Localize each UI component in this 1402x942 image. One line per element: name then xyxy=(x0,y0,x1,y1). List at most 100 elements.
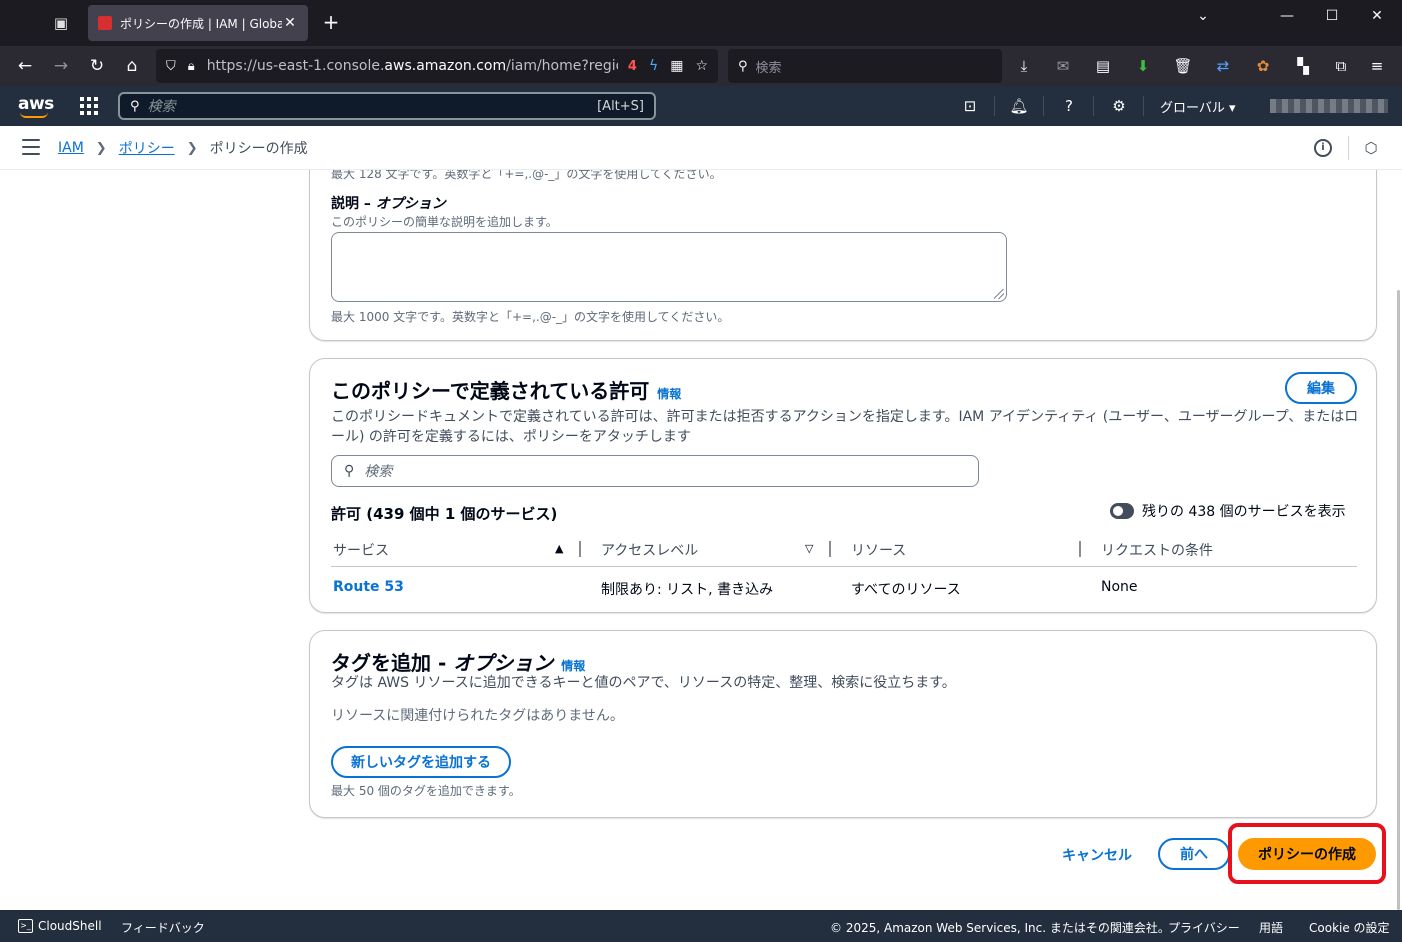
extensions-icon[interactable]: ⧉ xyxy=(1330,56,1352,76)
search-shortcut: [Alt+S] xyxy=(597,98,644,114)
tab-close-icon[interactable]: ✕ xyxy=(282,15,298,31)
extension-pattern-icon[interactable]: ▤ xyxy=(1092,56,1114,76)
settings-gear-icon[interactable]: ⚙ xyxy=(1109,96,1129,116)
cancel-button[interactable]: キャンセル xyxy=(1062,845,1132,865)
info-panel-icon[interactable]: i xyxy=(1314,139,1332,157)
description-label: 説明 – オプション xyxy=(331,196,446,212)
terms-link[interactable]: 用語 xyxy=(1259,919,1283,936)
help-icon[interactable]: ? xyxy=(1059,96,1079,116)
extension-download-icon[interactable]: ⬇ xyxy=(1132,56,1154,76)
show-remaining-toggle[interactable] xyxy=(1110,503,1134,519)
download-icon[interactable]: ⤓ xyxy=(1013,56,1035,76)
policy-details-panel: 最大 128 文字です。英数字と「+=,.@-_」の文字を使用してください。 説… xyxy=(309,170,1377,341)
new-tab-icon[interactable]: + xyxy=(318,10,344,34)
account-menu[interactable] xyxy=(1270,99,1388,113)
lightning-extension-icon[interactable]: ϟ xyxy=(649,58,658,74)
tags-empty-text: リソースに関連付けられたタグはありません。 xyxy=(331,708,624,724)
feedback-link[interactable]: フィードバック xyxy=(121,919,205,936)
minimize-icon[interactable]: — xyxy=(1272,8,1302,24)
resize-grip-icon[interactable] xyxy=(994,289,1004,299)
aws-search-placeholder: 検索 xyxy=(147,99,176,115)
breadcrumb: IAM ❯ ポリシー ❯ ポリシーの作成 xyxy=(58,138,308,158)
tags-info-link[interactable]: 情報 xyxy=(561,657,585,674)
breadcrumb-current: ポリシーの作成 xyxy=(209,141,308,157)
browser-search-placeholder: 検索 xyxy=(755,60,782,76)
bookmark-star-icon[interactable]: ☆ xyxy=(695,58,708,74)
aws-search-input[interactable]: ⚲ 検索 [Alt+S] xyxy=(118,92,656,120)
region-selector[interactable]: グローバル ▾ xyxy=(1160,97,1236,116)
sort-ascending-icon[interactable]: ▲ xyxy=(555,542,563,555)
tags-panel: タグを追加 - オプション 情報 タグは AWS リソースに追加できるキーと値の… xyxy=(309,630,1377,818)
copyright-text: © 2025, Amazon Web Services, Inc. またはその関… xyxy=(830,921,1170,935)
lock-icon[interactable]: 🔒︎ xyxy=(188,59,195,74)
column-service[interactable]: サービス xyxy=(333,540,389,560)
cookie-settings-link[interactable]: Cookie の設定 xyxy=(1309,919,1390,936)
side-nav-toggle-icon[interactable] xyxy=(22,139,40,155)
permissions-header: このポリシーで定義されている許可 情報 xyxy=(331,375,681,404)
cloudshell-icon[interactable]: >_ xyxy=(18,919,33,933)
access-level-cell: 制限あり: リスト, 書き込み xyxy=(601,582,774,598)
name-constraint-hint: 最大 128 文字です。英数字と「+=,.@-_」の文字を使用してください。 xyxy=(331,170,722,181)
aws-console-header: aws ⚲ 検索 [Alt+S] ⊡ 🔔︎ ? ⚙ グローバル ▾ xyxy=(0,86,1402,126)
menu-icon[interactable]: ≡ xyxy=(1366,56,1388,76)
trash-icon[interactable]: 🗑︎ xyxy=(1172,56,1194,76)
resource-cell: すべてのリソース xyxy=(851,582,961,598)
home-icon[interactable]: ⌂ xyxy=(119,54,145,78)
tags-limit-text: 最大 50 個のタグを追加できます。 xyxy=(331,784,521,798)
window-close-icon[interactable]: ✕ xyxy=(1362,8,1392,24)
notifications-bell-icon[interactable]: 🔔︎ xyxy=(1009,96,1029,116)
reload-icon[interactable]: ↻ xyxy=(84,54,110,78)
cloudshell-icon[interactable]: ⊡ xyxy=(960,96,980,116)
browser-tab-active[interactable]: ポリシーの作成 | IAM | Global ✕ xyxy=(88,5,308,41)
previous-button[interactable]: 前へ xyxy=(1158,838,1230,870)
iam-favicon-icon xyxy=(98,16,112,30)
shield-icon[interactable]: ⛉ xyxy=(166,59,176,74)
permissions-search-input[interactable]: ⚲ 検索 xyxy=(331,455,979,487)
show-remaining-label: 残りの 438 個のサービスを表示 xyxy=(1142,504,1346,520)
add-tag-button[interactable]: 新しいタグを追加する xyxy=(331,746,511,778)
column-resource[interactable]: リソース xyxy=(851,540,906,560)
permissions-info-link[interactable]: 情報 xyxy=(657,385,681,402)
chevron-right-icon: ❯ xyxy=(95,140,107,156)
url-text[interactable]: https://us-east-1.console.aws.amazon.com… xyxy=(207,58,618,74)
description-textarea[interactable] xyxy=(331,232,1007,302)
amazon-q-icon[interactable]: ⬡ xyxy=(1362,139,1380,157)
column-access-level[interactable]: アクセスレベル xyxy=(601,540,698,560)
extension-badge-icon[interactable]: 4 xyxy=(628,59,637,74)
permissions-count: 許可 (439 個中 1 個のサービス) xyxy=(331,505,558,523)
highlight-annotation-box xyxy=(1228,823,1386,884)
description-constraint: 最大 1000 文字です。英数字と「+=,.@-_」の文字を使用してください。 xyxy=(331,310,730,324)
permissions-description: このポリシードキュメントで定義されている許可は、許可または拒否するアクションを指… xyxy=(331,409,1359,445)
tags-title: タグを追加 - オプション xyxy=(331,651,554,675)
scrollbar[interactable] xyxy=(1397,290,1400,910)
description-hint: このポリシーの簡単な説明を追加します。 xyxy=(331,215,558,229)
browser-tab-strip: ▣ ポリシーの作成 | IAM | Global ✕ + ⌄ — ☐ ✕ xyxy=(0,0,1402,46)
browser-search-field[interactable]: ⚲ 検索 xyxy=(728,49,1002,83)
qr-extension-icon[interactable]: ▦ xyxy=(670,58,683,74)
tags-description: タグは AWS リソースに追加できるキーと値のペアで、リソースの特定、整理、検索… xyxy=(331,675,956,691)
maximize-icon[interactable]: ☐ xyxy=(1317,8,1347,24)
back-icon[interactable]: ← xyxy=(12,54,38,78)
breadcrumb-iam[interactable]: IAM xyxy=(58,140,84,156)
privacy-link[interactable]: プライバシー xyxy=(1168,919,1240,936)
service-route53-link[interactable]: Route 53 xyxy=(333,579,404,595)
edit-button[interactable]: 編集 xyxy=(1285,372,1357,404)
mail-icon[interactable]: ✉ xyxy=(1052,56,1074,76)
breadcrumb-policies[interactable]: ポリシー xyxy=(119,138,175,158)
column-conditions[interactable]: リクエストの条件 xyxy=(1101,540,1213,560)
tab-list-chevron-icon[interactable]: ⌄ xyxy=(1188,8,1218,24)
chevron-right-icon: ❯ xyxy=(186,140,198,156)
sort-descending-icon[interactable]: ▽ xyxy=(805,542,813,555)
permissions-title: このポリシーで定義されている許可 xyxy=(331,379,650,403)
services-grid-icon[interactable] xyxy=(80,97,98,115)
tab-overview-icon[interactable]: ▣ xyxy=(44,6,78,40)
browser-toolbar: ← → ↻ ⌂ ⛉ 🔒︎ https://us-east-1.console.a… xyxy=(0,46,1402,86)
extension-puzzle-orange-icon[interactable]: ✿ xyxy=(1252,56,1274,76)
apps-grid-icon[interactable]: ▚ xyxy=(1292,56,1314,76)
aws-logo[interactable]: aws xyxy=(18,94,54,118)
translate-icon[interactable]: ⇄ xyxy=(1212,56,1234,76)
forward-icon[interactable]: → xyxy=(48,54,74,78)
permissions-search-placeholder: 検索 xyxy=(364,464,393,480)
url-bar[interactable]: ⛉ 🔒︎ https://us-east-1.console.aws.amazo… xyxy=(156,49,718,83)
cloudshell-link[interactable]: CloudShell xyxy=(38,919,102,933)
